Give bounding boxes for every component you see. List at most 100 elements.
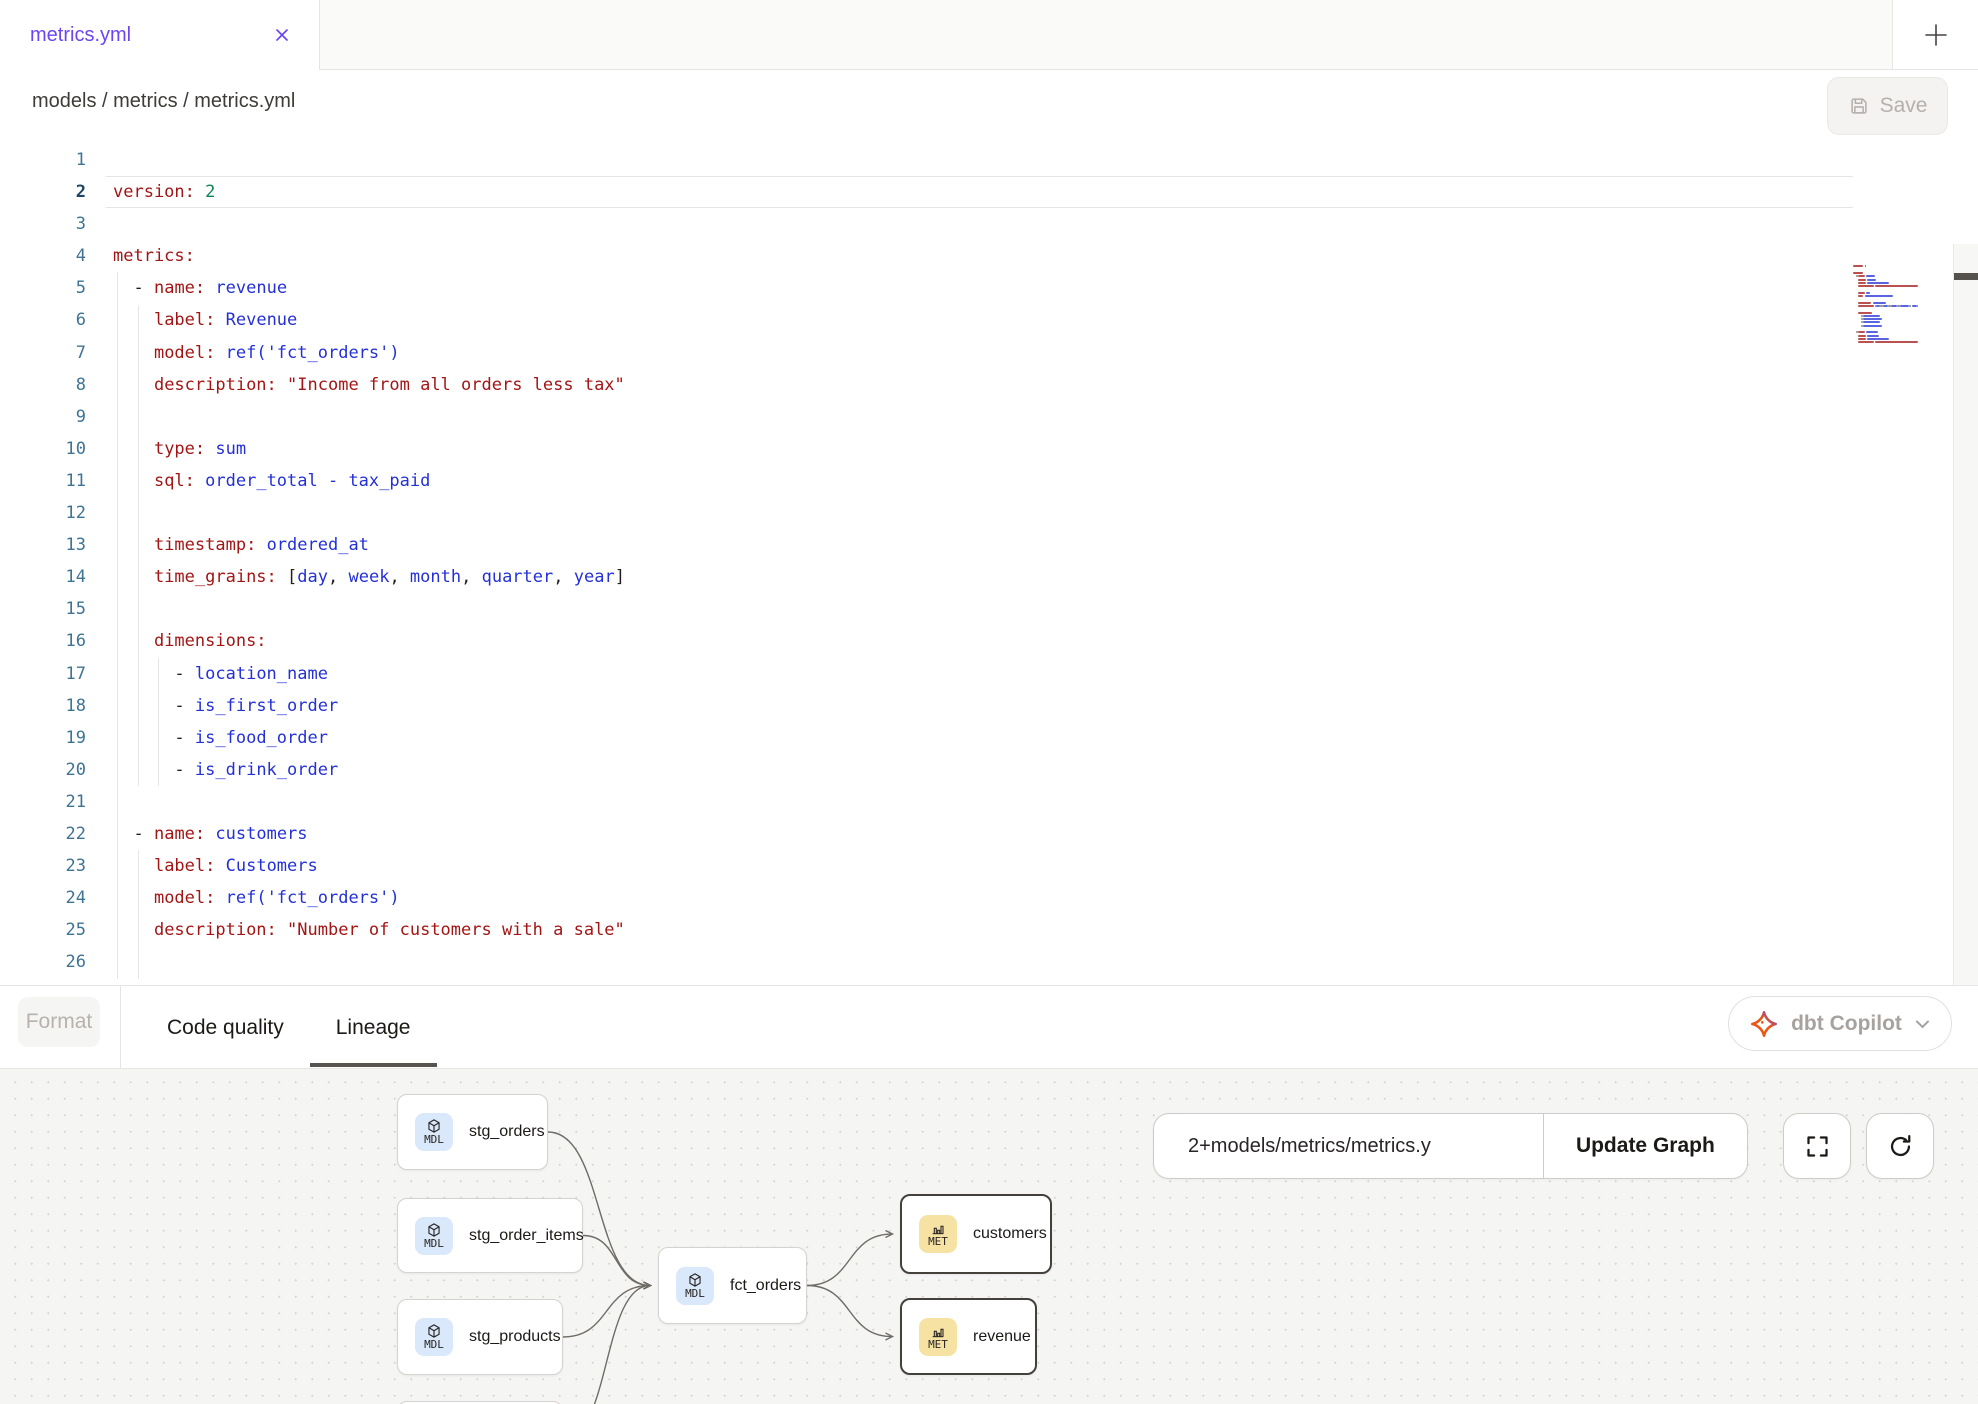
- lineage-node-revenue[interactable]: METrevenue: [900, 1298, 1037, 1375]
- met-badge-icon: MET: [919, 1318, 957, 1356]
- tab-lineage-label: Lineage: [336, 1016, 411, 1040]
- lineage-node-customers[interactable]: METcustomers: [900, 1194, 1052, 1274]
- format-button[interactable]: Format: [18, 997, 100, 1047]
- minimap-line: [1853, 262, 1953, 264]
- bottom-toolbar: Format Code quality Lineage dbt Copilot: [0, 985, 1978, 1068]
- code-line: timestamp: ordered_at: [106, 529, 1853, 561]
- fullscreen-button[interactable]: [1783, 1113, 1851, 1179]
- line-number: 2: [0, 176, 86, 208]
- line-number: 20: [0, 754, 86, 786]
- save-label: Save: [1880, 94, 1928, 118]
- line-number: 25: [0, 914, 86, 946]
- indent-guide: [138, 305, 139, 787]
- line-number: 22: [0, 818, 86, 850]
- minimap-line: [1853, 279, 1953, 281]
- tab-close-icon[interactable]: [269, 22, 295, 48]
- minimap-line: [1853, 275, 1953, 277]
- fullscreen-icon: [1804, 1133, 1831, 1160]
- tab-code-quality[interactable]: Code quality: [141, 986, 310, 1069]
- line-number: 26: [0, 946, 86, 978]
- code-line: [106, 946, 1853, 978]
- line-number: 1: [0, 144, 86, 176]
- tab-metrics-yml[interactable]: metrics.yml: [0, 0, 320, 70]
- line-number: 4: [0, 240, 86, 272]
- indent-guide: [138, 850, 139, 978]
- line-number: 6: [0, 304, 86, 336]
- node-label: fct_orders: [730, 1277, 801, 1295]
- copilot-sparkle-icon: [1749, 1009, 1779, 1039]
- lineage-filter-input[interactable]: [1154, 1114, 1543, 1178]
- lineage-canvas[interactable]: MDLstg_ordersMDLstg_order_itemsMDLstg_pr…: [0, 1068, 1978, 1404]
- code-lines: version: 2metrics: - name: revenue label…: [106, 144, 1853, 978]
- line-number: 10: [0, 433, 86, 465]
- minimap-line: [1853, 335, 1953, 337]
- lineage-node-stg_products[interactable]: MDL stg_products: [397, 1299, 563, 1375]
- minimap-line: [1853, 325, 1953, 327]
- mdl-badge-icon: MDL: [415, 1217, 453, 1255]
- refresh-button[interactable]: [1866, 1113, 1934, 1179]
- minimap-line: [1853, 265, 1953, 267]
- minimap-line: [1853, 272, 1953, 274]
- scrollbar-thumb[interactable]: [1954, 273, 1978, 280]
- code-line: [106, 497, 1853, 529]
- node-label: stg_products: [469, 1328, 561, 1346]
- indent-guide: [117, 272, 118, 978]
- update-graph-button[interactable]: Update Graph: [1543, 1114, 1747, 1178]
- line-number: 12: [0, 497, 86, 529]
- lineage-node-stg_order_items[interactable]: MDL stg_order_items: [397, 1198, 583, 1273]
- tab-bar: metrics.yml: [0, 0, 1978, 70]
- code-line: [106, 208, 1853, 240]
- line-number: 24: [0, 882, 86, 914]
- refresh-icon: [1887, 1133, 1914, 1160]
- plus-icon: [1922, 21, 1950, 49]
- minimap-line: [1853, 282, 1953, 284]
- minimap-line: [1853, 331, 1953, 333]
- line-number: 23: [0, 850, 86, 882]
- tab-lineage[interactable]: Lineage: [310, 986, 437, 1069]
- mdl-badge-icon: MDL: [415, 1318, 453, 1356]
- minimap-line: [1853, 305, 1953, 307]
- node-label: stg_order_items: [469, 1227, 584, 1245]
- code-line: - is_first_order: [106, 690, 1853, 722]
- minimap-line: [1853, 295, 1953, 297]
- breadcrumb-row: models / metrics / metrics.yml: [0, 70, 1978, 122]
- save-button[interactable]: Save: [1827, 77, 1948, 135]
- tab-title: metrics.yml: [30, 24, 269, 47]
- minimap-line: [1853, 285, 1953, 287]
- copilot-label: dbt Copilot: [1791, 1012, 1902, 1036]
- line-number: 9: [0, 401, 86, 433]
- lineage-node-fct_orders[interactable]: MDL fct_orders: [658, 1247, 807, 1324]
- minimap-line: [1853, 338, 1953, 340]
- code-line: - name: customers: [106, 818, 1853, 850]
- dbt-copilot-button[interactable]: dbt Copilot: [1728, 996, 1952, 1051]
- minimap-line: [1853, 269, 1953, 271]
- line-number: 7: [0, 337, 86, 369]
- code-line: label: Revenue: [106, 304, 1853, 336]
- code-line: [106, 401, 1853, 433]
- met-badge-icon: MET: [919, 1215, 957, 1253]
- minimap-line: [1853, 345, 1953, 347]
- code-line: - name: revenue: [106, 272, 1853, 304]
- code-line: description: "Income from all orders les…: [106, 369, 1853, 401]
- mdl-badge-icon: MDL: [415, 1113, 453, 1151]
- line-number: 19: [0, 722, 86, 754]
- code-line: - location_name: [106, 658, 1853, 690]
- line-number: 3: [0, 208, 86, 240]
- code-line: model: ref('fct_orders'): [106, 337, 1853, 369]
- code-line: [106, 144, 1853, 176]
- lineage-node-stg_orders[interactable]: MDLstg_orders: [397, 1094, 548, 1170]
- tab-code-quality-label: Code quality: [167, 1016, 284, 1040]
- editor-scrollbar[interactable]: [1953, 244, 1978, 985]
- line-number: 21: [0, 786, 86, 818]
- minimap-line: [1853, 328, 1953, 330]
- new-tab-button[interactable]: [1892, 0, 1978, 70]
- minimap-line: [1853, 312, 1953, 314]
- line-number-gutter: 1234567891011121314151617181920212223242…: [0, 144, 86, 978]
- line-number: 14: [0, 561, 86, 593]
- code-line: - is_food_order: [106, 722, 1853, 754]
- lineage-filter-group: Update Graph: [1153, 1113, 1748, 1179]
- mdl-badge-icon: MDL: [676, 1267, 714, 1305]
- code-editor[interactable]: 1234567891011121314151617181920212223242…: [0, 122, 1978, 985]
- toolbar-divider: [120, 986, 121, 1069]
- minimap[interactable]: [1853, 262, 1953, 662]
